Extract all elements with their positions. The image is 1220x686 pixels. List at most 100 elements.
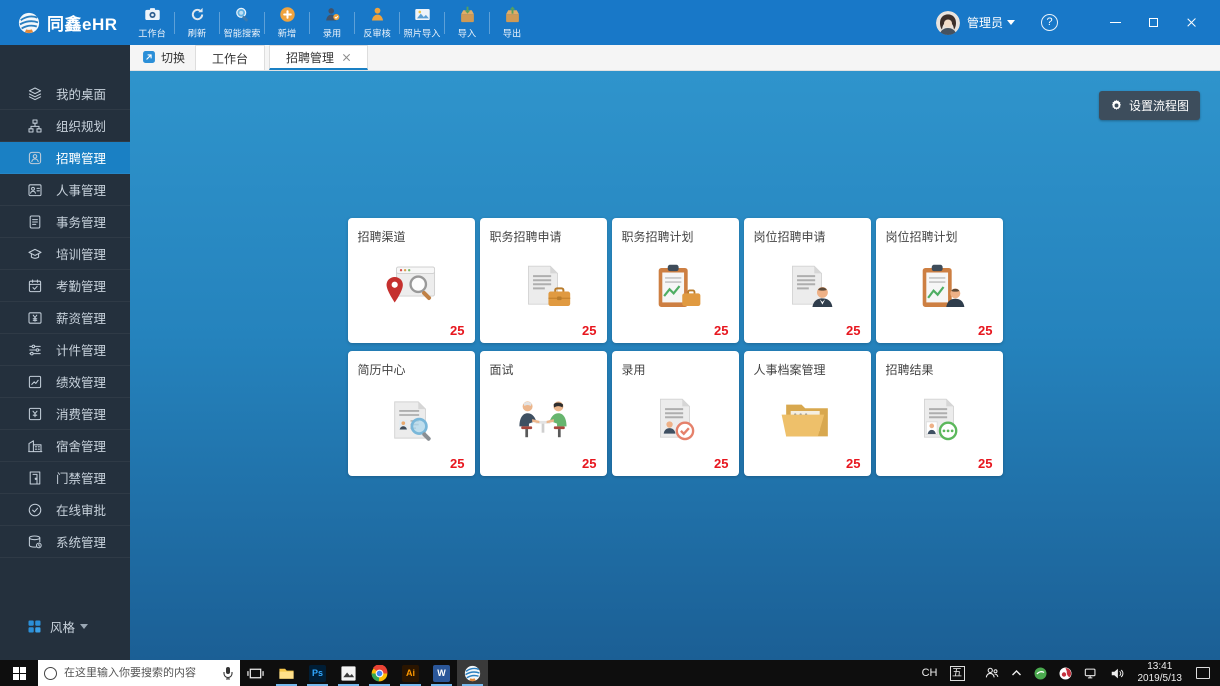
sidebar-item-org[interactable]: 组织规划: [0, 110, 130, 142]
search-input[interactable]: [64, 667, 222, 679]
sidebar-item-consume[interactable]: 消费管理: [0, 398, 130, 430]
org-icon: [27, 118, 43, 134]
sidebar-item-system[interactable]: 系统管理: [0, 526, 130, 558]
card-count-badge: 25: [846, 323, 860, 338]
sidebar-item-label: 绩效管理: [56, 372, 106, 391]
tab-workbench[interactable]: 工作台: [195, 45, 265, 70]
toolbar-button-photo-import[interactable]: 照片导入: [402, 0, 442, 45]
toolbar-button-unaudit[interactable]: 反审核: [357, 0, 397, 45]
sidebar-item-label: 系统管理: [56, 532, 106, 551]
taskbar-app-ehr-app[interactable]: [457, 660, 488, 686]
minimize-button[interactable]: [1100, 9, 1130, 37]
help-button[interactable]: ?: [1041, 14, 1058, 31]
toolbar-button-refresh[interactable]: 刷新: [177, 0, 217, 45]
sidebar-item-attend[interactable]: 考勤管理: [0, 270, 130, 302]
module-card-resume-search[interactable]: 简历中心25: [348, 351, 475, 476]
card-count-badge: 25: [714, 323, 728, 338]
style-label: 风格: [50, 617, 75, 636]
module-card-interview[interactable]: 面试25: [480, 351, 607, 476]
taskbar-app-photos[interactable]: [333, 660, 364, 686]
sidebar-item-label: 消费管理: [56, 404, 106, 423]
sidebar-item-dorm[interactable]: 宿舍管理: [0, 430, 130, 462]
toolbar-button-camera[interactable]: 工作台: [132, 0, 172, 45]
folder-icon: [778, 396, 836, 444]
action-center-icon[interactable]: [1196, 667, 1210, 679]
toolbar-button-smart-search[interactable]: 智能搜索: [222, 0, 262, 45]
toolbar-button-add[interactable]: 新增: [267, 0, 307, 45]
sidebar-item-layers[interactable]: 我的桌面: [0, 78, 130, 110]
sidebar-item-recruit[interactable]: 招聘管理: [0, 142, 130, 174]
app-title: 同鑫eHR: [47, 10, 118, 35]
module-card-doc-check[interactable]: 录用25: [612, 351, 739, 476]
tray-app-red-icon[interactable]: [1059, 667, 1072, 680]
close-button[interactable]: [1176, 9, 1206, 37]
toolbar-label: 录用: [323, 25, 341, 39]
hidden-icons-chevron[interactable]: [1011, 669, 1022, 677]
people-icon[interactable]: [985, 666, 999, 680]
language-indicator[interactable]: CH: [922, 667, 938, 679]
clipboard-briefcase-icon: [646, 263, 704, 311]
taskbar-app-chrome[interactable]: [364, 660, 395, 686]
microphone-icon[interactable]: [222, 666, 234, 680]
toolbar-button-export[interactable]: 导出: [492, 0, 532, 45]
module-card-doc-person[interactable]: 岗位招聘申请25: [744, 218, 871, 343]
volume-icon[interactable]: [1110, 667, 1124, 680]
sidebar-item-people-card[interactable]: 人事管理: [0, 174, 130, 206]
toolbar-separator: [489, 12, 490, 34]
toolbar-separator: [174, 12, 175, 34]
style-picker[interactable]: 风格: [27, 617, 88, 636]
user-avatar[interactable]: [936, 11, 960, 35]
start-button[interactable]: [0, 660, 38, 686]
user-menu-caret-icon[interactable]: [1007, 20, 1015, 25]
toolbar-button-hire[interactable]: 录用: [312, 0, 352, 45]
module-card-clipboard-person[interactable]: 岗位招聘计划25: [876, 218, 1003, 343]
ehr-app-icon: [464, 665, 481, 682]
taskbar-app-photoshop[interactable]: Ps: [302, 660, 333, 686]
sidebar-item-approve[interactable]: 在线审批: [0, 494, 130, 526]
taskbar-app-task-view[interactable]: [240, 660, 271, 686]
module-card-doc-dots[interactable]: 招聘结果25: [876, 351, 1003, 476]
taskbar-app-file-explorer[interactable]: [271, 660, 302, 686]
taskbar-clock[interactable]: 13:41 2019/5/13: [1138, 661, 1183, 686]
switch-button[interactable]: 切换: [130, 44, 195, 70]
toolbar-button-import[interactable]: 导入: [447, 0, 487, 45]
module-card-clipboard-briefcase[interactable]: 职务招聘计划25: [612, 218, 739, 343]
sidebar-item-perf[interactable]: 绩效管理: [0, 366, 130, 398]
sidebar-item-train[interactable]: 培训管理: [0, 238, 130, 270]
interview-icon: [514, 396, 572, 444]
sidebar-item-piece[interactable]: 计件管理: [0, 334, 130, 366]
sidebar-item-label: 招聘管理: [56, 148, 106, 167]
sidebar-item-door[interactable]: 门禁管理: [0, 462, 130, 494]
clock-time: 13:41: [1147, 661, 1172, 674]
set-flowchart-button[interactable]: 设置流程图: [1099, 91, 1200, 120]
sidebar-item-label: 培训管理: [56, 244, 106, 263]
system-tray: CH 五 13:41 2019/5/13: [916, 660, 1220, 686]
tab-label: 工作台: [212, 50, 248, 67]
toolbar-separator: [399, 12, 400, 34]
sidebar-item-label: 薪资管理: [56, 308, 106, 327]
restore-button[interactable]: [1138, 9, 1168, 37]
clock-date: 2019/5/13: [1138, 673, 1183, 686]
sidebar-item-label: 考勤管理: [56, 276, 106, 295]
switch-icon: [142, 50, 156, 64]
module-card-doc-briefcase[interactable]: 职务招聘申请25: [480, 218, 607, 343]
sidebar-item-label: 我的桌面: [56, 84, 106, 103]
taskbar-app-word[interactable]: W: [426, 660, 457, 686]
ime-indicator[interactable]: 五: [950, 666, 965, 681]
sidebar-item-doc-lines[interactable]: 事务管理: [0, 206, 130, 238]
woman-avatar-icon: [936, 11, 960, 35]
taskbar-app-illustrator[interactable]: Ai: [395, 660, 426, 686]
import-icon: [459, 6, 476, 23]
module-card-folder[interactable]: 人事档案管理25: [744, 351, 871, 476]
module-card-channel[interactable]: 招聘渠道25: [348, 218, 475, 343]
taskbar-search[interactable]: [38, 660, 240, 686]
sidebar-item-salary[interactable]: 薪资管理: [0, 302, 130, 334]
network-icon[interactable]: [1084, 667, 1098, 680]
export-icon: [504, 6, 521, 23]
tab-close-icon[interactable]: [342, 53, 351, 62]
card-title: 录用: [622, 361, 729, 378]
tab-recruitment[interactable]: 招聘管理: [269, 45, 368, 70]
user-name[interactable]: 管理员: [967, 14, 1003, 31]
sidebar-item-label: 门禁管理: [56, 468, 106, 487]
tray-app-green-icon[interactable]: [1034, 667, 1047, 680]
